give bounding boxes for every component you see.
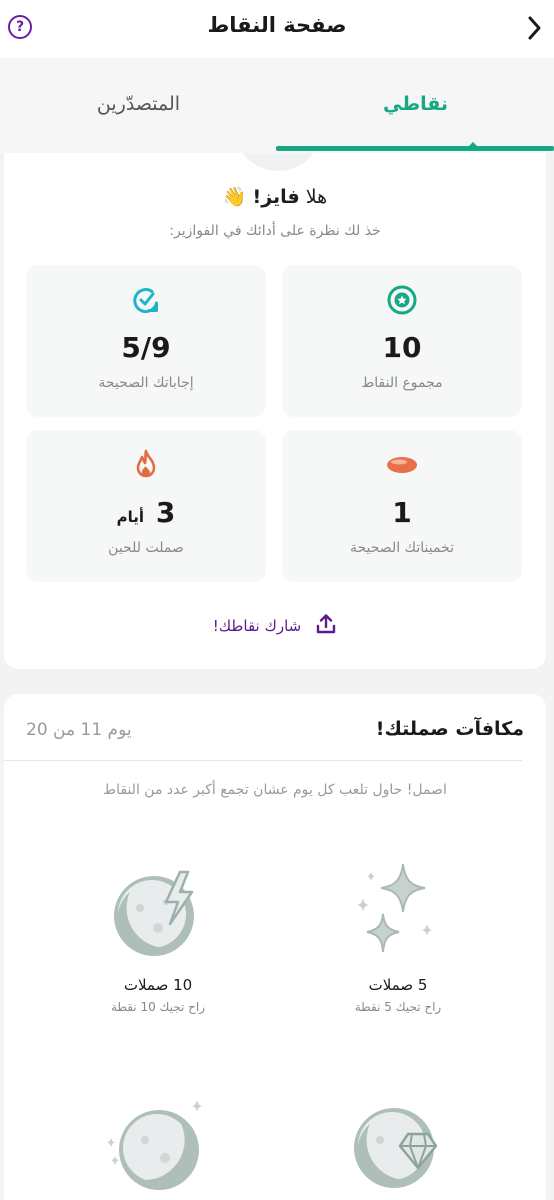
date-fruit-icon [282,448,522,482]
stat-streak: 3 أيام صملت للحين [26,430,266,582]
stat-value: 3 أيام [26,496,266,529]
sparkles-icon [298,862,498,962]
rewards-hint: اصمل! حاول تلعب كل يوم عشان تجمع أكبر عد… [103,782,447,798]
top-bar: صفحة النقاط ? [0,0,554,58]
tab-bar: نقاطي المتصدّرين [0,58,554,153]
stat-correct-answers: 5/9 إجاباتك الصحيحة [26,265,266,417]
rewards-title: مكافآت صملتك! [375,718,524,740]
reward-badge [298,1094,498,1200]
share-label: شارك نقاطك! [212,617,302,635]
badge-name: 5 صملات [368,976,428,994]
stat-label: صملت للحين [108,540,184,556]
wave-emoji-icon: 👋 [222,186,247,208]
greeting: هلا فايز! 👋 [4,185,546,208]
avatar [234,153,322,171]
badge-points: راح تجيك 10 نقطة [110,1000,206,1014]
points-summary-card: هلا فايز! 👋 خذ لك نظرة على أدائك في الفو… [4,153,546,669]
moon-gem-icon [298,1094,498,1194]
reward-badge: 5 صملات راح تجيك 5 نقطة [298,862,498,1014]
moon-lightning-icon [58,862,258,962]
stat-label: إجاباتك الصحيحة [98,375,194,391]
greeting-name: فايز! [252,186,300,208]
tab-leaderboard[interactable]: المتصدّرين [0,58,277,153]
stat-label: تخميناتك الصحيحة [350,540,454,556]
stat-label: مجموع النقاط [361,375,443,391]
badge-points: راح تجيك 5 نقطة [354,1000,442,1014]
streak-rewards-card: مكافآت صملتك! يوم 11 من 20 اصمل! حاول تل… [4,694,546,1200]
stat-total-points: 10 مجموع النقاط [282,265,522,417]
tab-my-points[interactable]: نقاطي [277,58,554,153]
page-title: صفحة النقاط [207,13,347,37]
greeting-prefix: هلا [305,186,328,208]
check-bubble-icon [26,283,266,317]
help-icon[interactable]: ? [8,15,32,39]
badge-name: 10 صملات [123,976,193,994]
stat-value: 1 [392,496,412,529]
stat-value: 5/9 [121,331,171,364]
tab-my-points-label: نقاطي [382,92,449,115]
greeting-subtitle: خذ لك نظرة على أدائك في الفوازير: [169,223,381,239]
upload-icon [315,613,337,639]
divider [4,760,522,761]
moon-stars-icon [58,1094,258,1194]
active-tab-caret [467,142,479,148]
stat-value: 10 [382,331,422,364]
share-points-button[interactable]: شارك نقاطك! [4,613,546,639]
stat-correct-guesses: 1 تخميناتك الصحيحة [282,430,522,582]
star-badge-icon [282,283,522,317]
reward-badge: 10 صملات راح تجيك 10 نقطة [58,862,258,1014]
day-progress: يوم 11 من 20 [26,720,132,740]
stat-value-unit: أيام [116,508,145,526]
active-tab-indicator [276,146,554,151]
reward-badge [58,1094,258,1200]
flame-icon [26,448,266,482]
stat-value-number: 3 [155,496,176,529]
tab-leaderboard-label: المتصدّرين [96,92,181,115]
